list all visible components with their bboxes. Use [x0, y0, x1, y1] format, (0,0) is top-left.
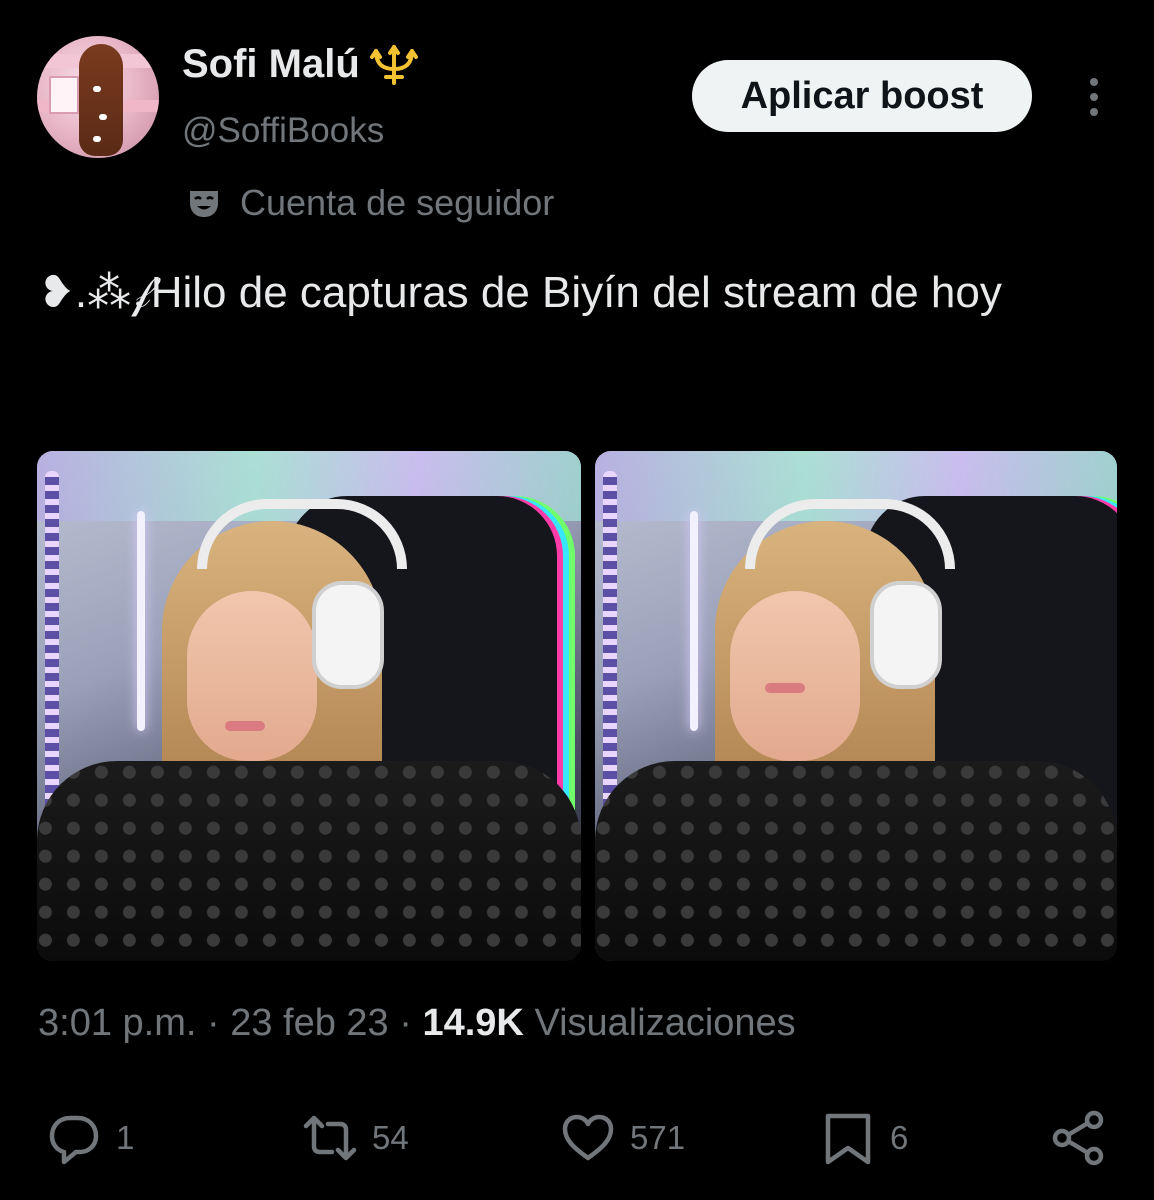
repost-count: 54	[372, 1119, 409, 1156]
tweet-photo-2[interactable]	[595, 451, 1117, 961]
repost-button[interactable]: 54	[302, 1110, 409, 1166]
tweet-text: ❥.⁂𝒻Hilo de capturas de Biyín del stream…	[38, 268, 1002, 317]
reply-count: 1	[116, 1119, 135, 1156]
views-label: Visualizaciones	[534, 1002, 796, 1044]
tweet-photo-1[interactable]	[37, 451, 581, 961]
like-count: 571	[630, 1119, 686, 1156]
apply-boost-button[interactable]: Aplicar boost	[692, 60, 1032, 132]
avatar-bow	[99, 114, 107, 120]
reply-icon	[49, 1115, 99, 1165]
tweet-action-bar: 1 54 571 6	[0, 1110, 1154, 1174]
author-display-name[interactable]: Sofi Malú	[182, 42, 360, 87]
avatar-bow	[93, 86, 101, 92]
reply-button[interactable]: 1	[46, 1110, 134, 1166]
tweet-time[interactable]: 3:01 p.m.	[38, 1002, 196, 1044]
bookmark-count: 6	[890, 1119, 909, 1156]
avatar-bow	[93, 136, 101, 142]
mask-icon	[190, 191, 218, 217]
trident-icon	[369, 44, 418, 85]
more-options-icon[interactable]	[1078, 72, 1110, 122]
tweet-timestamp[interactable]: 3:01 p.m. · 23 feb 23 · 14.9K Visualizac…	[38, 1002, 796, 1045]
follower-account-text: Cuenta de seguidor	[240, 182, 555, 223]
share-icon	[1052, 1110, 1104, 1166]
views-count: 14.9K	[422, 1002, 524, 1044]
bookmark-icon	[825, 1113, 871, 1165]
heart-icon	[562, 1114, 614, 1161]
author-handle[interactable]: @SoffiBooks	[182, 111, 384, 151]
tweet-date[interactable]: 23 feb 23	[230, 1002, 388, 1044]
bookmark-button[interactable]: 6	[820, 1110, 908, 1166]
share-button[interactable]	[1050, 1110, 1106, 1166]
follower-account-label: Cuenta de seguidor	[186, 182, 554, 224]
repost-icon	[303, 1115, 357, 1161]
avatar-figure	[79, 44, 123, 156]
author-avatar[interactable]	[37, 36, 159, 158]
meta-separator: ·	[399, 1002, 412, 1044]
avatar-book	[49, 76, 79, 114]
tweet-detail: Sofi Malú @SoffiBooks Aplicar boost Cuen…	[0, 0, 1154, 1200]
author-name-row[interactable]: Sofi Malú	[182, 42, 418, 87]
like-button[interactable]: 571	[560, 1110, 685, 1166]
meta-separator: ·	[206, 1002, 220, 1044]
